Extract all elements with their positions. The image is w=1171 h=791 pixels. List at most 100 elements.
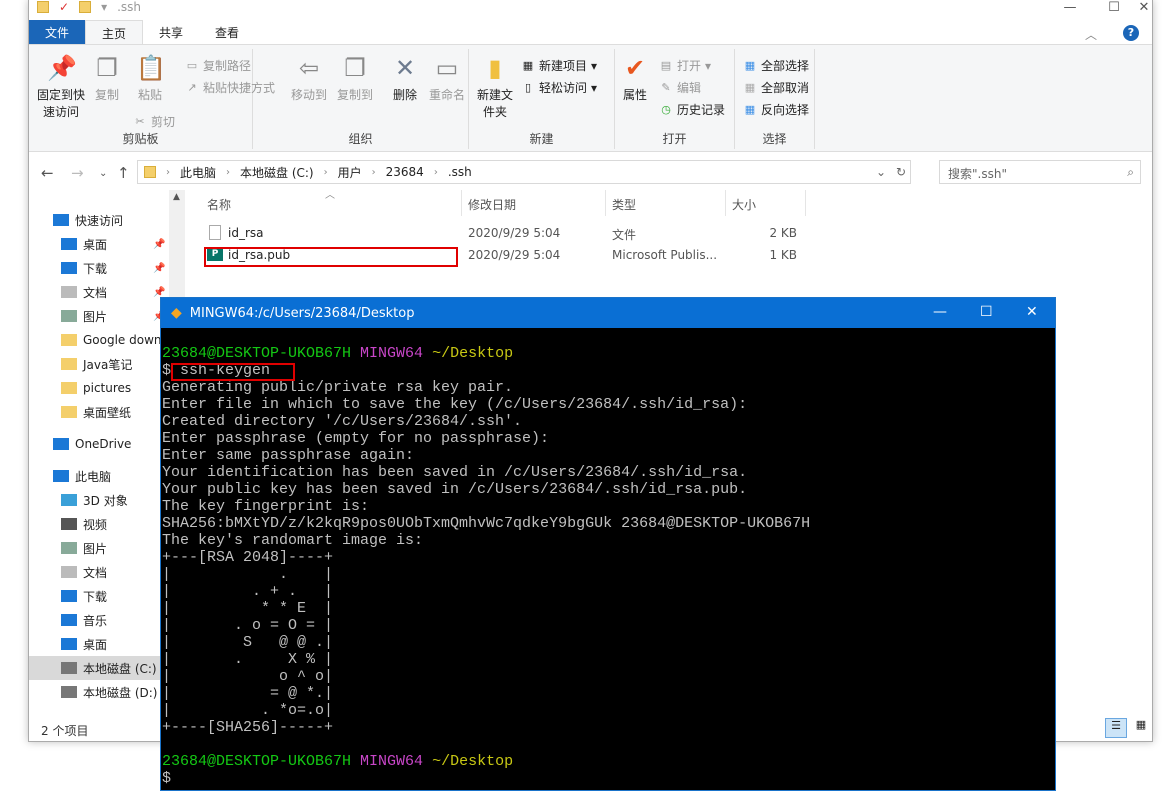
sidebar-item[interactable]: 快速访问 [29,208,169,232]
file-row[interactable]: id_rsa 2020/9/29 5:04 文件 2 KB [201,223,841,245]
sidebar-item-label: 视频 [83,517,108,532]
search-input[interactable]: 搜索".ssh" ⌕ [939,160,1141,184]
terminal-line: | . *o=.o| [162,702,810,719]
sidebar-item[interactable]: 本地磁盘 (D:) [29,680,169,704]
select-none-icon: ▦ [744,80,756,94]
back-button[interactable]: ← [41,164,54,182]
sidebar-item[interactable]: 图片📌 [29,304,169,328]
tab-file[interactable]: 文件 [29,20,86,44]
edit-button[interactable]: ✎ 编辑 [659,79,701,96]
sidebar-item[interactable]: 文档 [29,560,169,584]
delete-button[interactable]: ✕ 删除 [385,53,425,104]
minimize-button[interactable]: — [1055,0,1085,15]
sidebar-item[interactable]: 视频 [29,512,169,536]
sidebar-item[interactable]: 新加卷 (E:) [29,704,169,711]
cut-button[interactable]: ✂ 剪切 [133,113,175,130]
sidebar-item[interactable]: 音乐 [29,608,169,632]
properties-icon[interactable]: ✓ [59,0,69,14]
terminal-scrollbar[interactable] [1038,328,1055,790]
breadcrumb-item[interactable]: 用户 [338,164,362,181]
move-to-button[interactable]: ⇦ 移动到 [285,53,333,104]
sidebar-item[interactable]: 下载 📌 [29,256,169,280]
new-group: ▮ 新建文件夹 ▦ 新建项目 ▾ ▯ 轻松访问 ▾ 新建 [469,49,615,149]
open-button[interactable]: ▤ 打开 ▾ [659,57,711,74]
sidebar-item[interactable]: 本地磁盘 (C:) [29,656,169,680]
clipboard-icon: 📋 [136,54,166,82]
sidebar-item-label: 此电脑 [75,469,112,484]
terminal-text: +----[SHA256]-----+ [162,719,334,736]
properties-check-icon: ✔ [624,54,646,82]
refresh-icon[interactable]: ↻ [896,165,906,179]
new-item-button[interactable]: ▦ 新建项目 ▾ [521,57,597,74]
copy-to-button[interactable]: ❐ 复制到 [331,53,379,104]
file-name: id_rsa [228,226,264,240]
terminal-line: Enter passphrase (empty for no passphras… [162,430,810,447]
properties-button[interactable]: ✔ 属性 [615,53,655,104]
column-divider [725,190,726,216]
sidebar-item-label: 图片 [83,309,108,324]
select-all-button[interactable]: ▦ 全部选择 [743,57,809,74]
terminal-close-button[interactable]: ✕ [1026,304,1038,320]
close-button[interactable]: ✕ [1129,0,1159,15]
address-bar[interactable]: › 此电脑 › 本地磁盘 (C:) › 用户 › 23684 › .ssh ⌄ ↻ [137,160,911,184]
terminal-text: Enter same passphrase again: [162,447,415,464]
tab-home[interactable]: 主页 [85,20,144,44]
tab-share[interactable]: 共享 [143,20,199,44]
select-none-button[interactable]: ▦ 全部取消 [743,79,809,96]
tab-view[interactable]: 查看 [199,20,255,44]
breadcrumb-item[interactable]: 此电脑 [180,164,216,181]
invert-selection-button[interactable]: ▦ 反向选择 [743,101,809,118]
terminal-output[interactable]: 23684@DESKTOP-UKOB67H MINGW64 ~/Desktop $… [162,345,810,787]
column-header-date[interactable]: 修改日期 [468,196,516,213]
column-header-size[interactable]: 大小 [732,196,756,213]
terminal-text: | S @ @ .| [162,634,334,651]
sidebar-item[interactable]: Java笔记 [29,352,169,376]
sidebar-item[interactable]: 桌面壁纸 [29,400,169,424]
sidebar-item[interactable]: 下载 [29,584,169,608]
terminal-maximize-button[interactable]: ☐ [980,304,993,320]
easy-access-button[interactable]: ▯ 轻松访问 ▾ [521,79,597,96]
sidebar-item[interactable]: 文档 📌 [29,280,169,304]
sidebar-item[interactable]: Google down [29,328,169,352]
pin-quick-access-button[interactable]: 📌 固定到快速访问 [35,53,87,121]
column-header-type[interactable]: 类型 [612,196,636,213]
breadcrumb-item[interactable]: 23684 [386,165,424,179]
terminal-text: | o ^ o| [162,668,334,685]
recent-locations-button[interactable]: ⌄ [99,168,107,179]
help-icon[interactable]: ? [1123,25,1139,41]
sidebar-item[interactable]: 3D 对象 [29,488,169,512]
sidebar-item[interactable]: OneDrive [29,432,169,456]
terminal-text: $ [162,770,172,787]
large-icons-view-button[interactable]: ▦ [1131,718,1151,738]
details-view-button[interactable]: ☰ [1105,718,1127,738]
sidebar-item[interactable]: 图片 [29,536,169,560]
rename-button[interactable]: ▭ 重命名 [423,53,471,104]
forward-button[interactable]: → [71,164,84,182]
copy-path-button[interactable]: ▭ 复制路径 [185,57,251,74]
paste-button[interactable]: 📋 粘贴 [127,53,173,104]
terminal-minimize-button[interactable]: — [933,304,947,320]
collapse-ribbon-icon[interactable]: ︿ [1085,26,1097,43]
sidebar-item[interactable]: pictures [29,376,169,400]
sidebar-item[interactable]: 桌面 [29,632,169,656]
terminal-line: Created directory '/c/Users/23684/.ssh'. [162,413,810,430]
copy-path-icon: ▭ [186,58,198,72]
sidebar-item[interactable]: 此电脑 [29,464,169,488]
new-folder-icon[interactable] [79,1,92,13]
column-header-name[interactable]: 名称 [207,196,231,213]
breadcrumb-item[interactable]: .ssh [448,165,472,179]
invert-selection-icon: ▦ [744,102,756,116]
sidebar-item-label: Java笔记 [83,357,133,372]
customize-toolbar-icon[interactable]: ▾ [101,0,107,14]
copy-button[interactable]: ❐ 复制 [87,53,127,104]
new-folder-button[interactable]: ▮ 新建文件夹 [473,53,517,121]
history-button[interactable]: ◷ 历史记录 [659,101,725,118]
column-divider [805,190,806,216]
terminal-line: +---[RSA 2048]----+ [162,549,810,566]
breadcrumb-item[interactable]: 本地磁盘 (C:) [240,164,314,181]
highlight-box [171,363,295,381]
sidebar-item[interactable]: 桌面 📌 [29,232,169,256]
up-button[interactable]: ↑ [117,164,130,182]
maximize-button[interactable]: ☐ [1099,0,1129,15]
address-dropdown-icon[interactable]: ⌄ [876,165,886,179]
